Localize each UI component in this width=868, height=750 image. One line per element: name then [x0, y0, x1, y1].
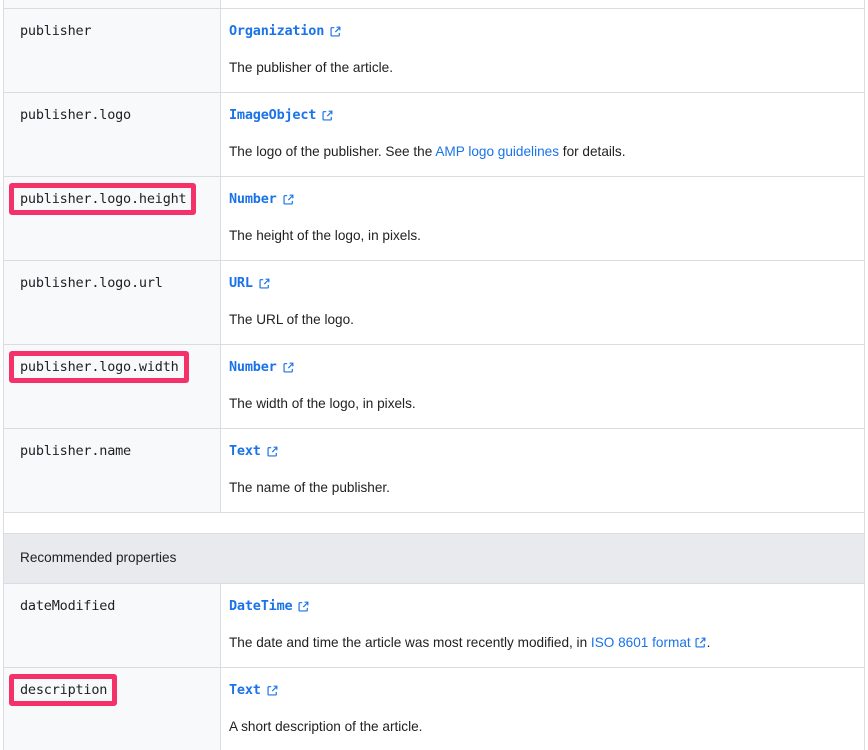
external-link-icon	[266, 445, 279, 458]
description-inline-link[interactable]: ISO 8601 format	[591, 635, 691, 650]
property-name-label: publisher.logo.height	[20, 191, 187, 207]
property-name: publisher.name	[20, 442, 131, 460]
table-top-partial-body-cell	[221, 0, 864, 8]
table-top-partial-name-cell	[4, 0, 221, 8]
property-name-cell: publisher.logo.url	[4, 261, 221, 344]
property-description: The name of the publisher.	[229, 477, 848, 498]
property-type-label: ImageObject	[229, 107, 317, 123]
highlighted-property-name: description	[9, 674, 118, 706]
property-description: The date and time the article was most r…	[229, 632, 848, 653]
external-link-icon	[321, 109, 334, 122]
property-reference-table: publisher Organization The publisher of th…	[3, 9, 865, 750]
property-body-cell: Organization The publisher of the article…	[221, 9, 864, 92]
description-text: The width of the logo, in pixels.	[229, 396, 416, 411]
property-row: description Text A short description of th…	[4, 668, 864, 750]
property-name-label: description	[20, 682, 108, 698]
property-description: The URL of the logo.	[229, 309, 848, 330]
property-body-cell: URL The URL of the logo.	[221, 261, 864, 344]
property-type-link[interactable]: ImageObject	[229, 106, 334, 124]
property-body-cell: ImageObject The logo of the publisher. Se…	[221, 93, 864, 176]
property-description: The width of the logo, in pixels.	[229, 393, 848, 414]
property-body-cell: Text The name of the publisher.	[221, 429, 864, 512]
property-type-link[interactable]: Text	[229, 442, 279, 460]
description-text: The URL of the logo.	[229, 312, 354, 327]
external-link-icon	[282, 193, 295, 206]
property-name: publisher.logo.url	[20, 274, 163, 292]
property-description: The publisher of the article.	[229, 57, 848, 78]
property-type-link[interactable]: Text	[229, 681, 279, 699]
description-inline-link[interactable]: AMP logo guidelines	[435, 144, 559, 159]
property-row: publisher.logo ImageObject The logo of the…	[4, 93, 864, 177]
section-spacer-row	[4, 513, 864, 534]
structured-data-reference-page: publisher Organization The publisher of th…	[0, 0, 868, 750]
property-description: The logo of the publisher. See the AMP l…	[229, 141, 848, 162]
external-link-icon	[258, 277, 271, 290]
property-name: publisher.logo	[20, 106, 131, 124]
property-name-cell: publisher.logo.width	[4, 345, 221, 428]
property-type-link[interactable]: Number	[229, 358, 295, 376]
external-link-icon	[297, 600, 310, 613]
property-body-cell: Text A short description of the article.	[221, 668, 864, 750]
property-type-label: DateTime	[229, 598, 293, 614]
property-row: dateModified DateTime The date and time th…	[4, 584, 864, 668]
highlighted-property-name: publisher.logo.width	[9, 351, 189, 383]
property-row: publisher.name Text The name of the publis…	[4, 429, 864, 513]
property-name-cell: description	[4, 668, 221, 750]
section-header: Recommended properties	[4, 534, 864, 584]
property-type-link[interactable]: DateTime	[229, 597, 310, 615]
description-text: The publisher of the article.	[229, 60, 393, 75]
description-text: The date and time the article was most r…	[229, 635, 591, 650]
property-row: publisher Organization The publisher of th…	[4, 9, 864, 93]
property-type-label: Text	[229, 443, 261, 459]
property-name-label: publisher.logo	[20, 107, 131, 123]
description-text: The name of the publisher.	[229, 480, 390, 495]
property-name-cell: publisher.name	[4, 429, 221, 512]
property-type-label: URL	[229, 275, 253, 291]
external-link-icon	[282, 361, 295, 374]
description-text: .	[706, 635, 711, 650]
external-link-icon	[694, 636, 707, 649]
property-row: publisher.logo.height Number The height of…	[4, 177, 864, 261]
description-link-wrapper: ISO 8601 format	[591, 635, 707, 650]
property-name-label: publisher	[20, 23, 92, 39]
property-description: A short description of the article.	[229, 716, 848, 737]
description-text: A short description of the article.	[229, 719, 423, 734]
property-type-link[interactable]: URL	[229, 274, 271, 292]
property-name: publisher	[20, 22, 92, 40]
property-name-label: publisher.name	[20, 443, 131, 459]
property-name-cell: publisher	[4, 9, 221, 92]
property-row: publisher.logo.width Number The width of t…	[4, 345, 864, 429]
table-top-partial-row	[3, 0, 865, 9]
description-link-wrapper: AMP logo guidelines	[435, 144, 559, 159]
external-link-icon	[266, 684, 279, 697]
property-name-cell: dateModified	[4, 584, 221, 667]
property-type-label: Number	[229, 359, 277, 375]
property-type-label: Text	[229, 682, 261, 698]
external-link-icon	[329, 25, 342, 38]
property-body-cell: Number The height of the logo, in pixels.	[221, 177, 864, 260]
property-row: publisher.logo.url URL The URL of the logo…	[4, 261, 864, 345]
property-name: dateModified	[20, 597, 115, 615]
property-type-link[interactable]: Number	[229, 190, 295, 208]
property-type-label: Organization	[229, 23, 325, 39]
property-type-link[interactable]: Organization	[229, 22, 342, 40]
property-body-cell: DateTime The date and time the article wa…	[221, 584, 864, 667]
highlighted-property-name: publisher.logo.height	[9, 183, 197, 215]
property-name-cell: publisher.logo	[4, 93, 221, 176]
property-type-label: Number	[229, 191, 277, 207]
property-name-label: publisher.logo.width	[20, 359, 179, 375]
property-body-cell: Number The width of the logo, in pixels.	[221, 345, 864, 428]
property-name-label: dateModified	[20, 598, 116, 614]
property-description: The height of the logo, in pixels.	[229, 225, 848, 246]
property-name-label: publisher.logo.url	[20, 275, 163, 291]
property-name-cell: publisher.logo.height	[4, 177, 221, 260]
description-text: The logo of the publisher. See the	[229, 144, 436, 159]
description-text: The height of the logo, in pixels.	[229, 228, 421, 243]
description-text: for details.	[559, 144, 626, 159]
